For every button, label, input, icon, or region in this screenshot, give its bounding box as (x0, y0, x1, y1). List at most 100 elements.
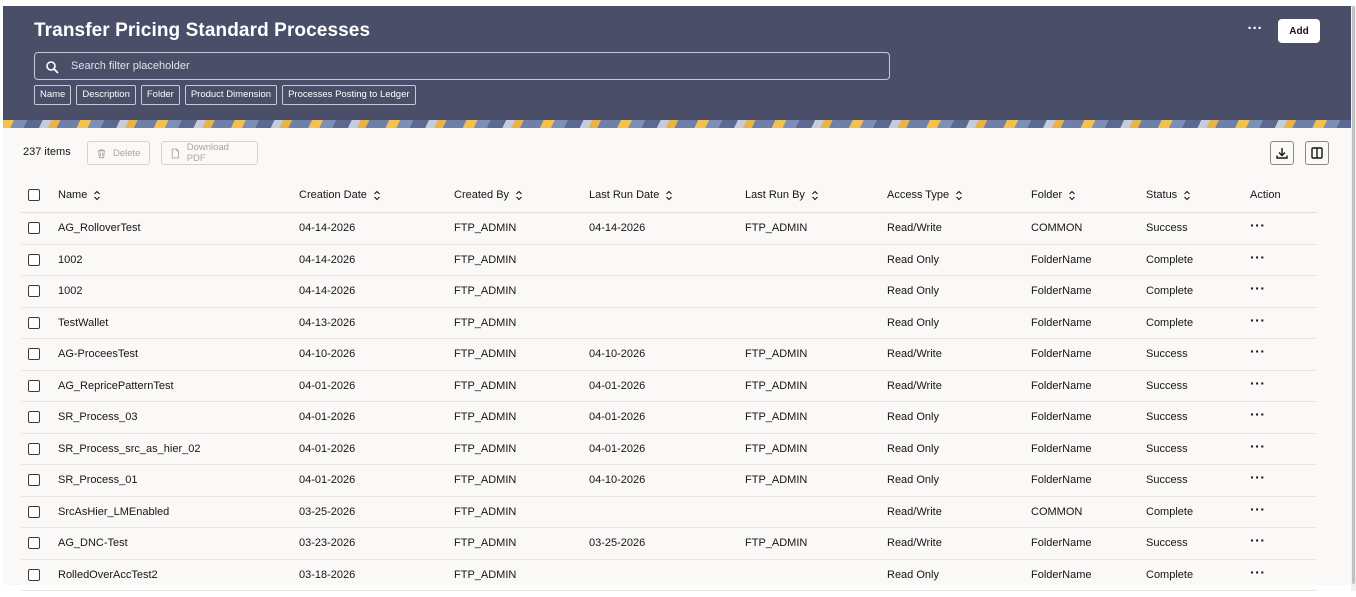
download-pdf-button[interactable]: Download PDF (161, 141, 258, 165)
scrollbar-thumb[interactable] (1352, 6, 1355, 584)
processes-table: Name Creation Date Created By Last Run D… (21, 178, 1317, 591)
cell-name[interactable]: AG_RolloverTest (58, 213, 141, 244)
page-scrollbar[interactable] (1351, 6, 1356, 591)
column-header-last-run-date[interactable]: Last Run Date (589, 178, 673, 212)
table-row[interactable]: SR_Process_03 04-01-2026 FTP_ADMIN 04-01… (21, 402, 1317, 434)
table-row[interactable]: SR_Process_src_as_hier_02 04-01-2026 FTP… (21, 434, 1317, 465)
search-input[interactable] (71, 53, 871, 79)
cell-access-type: Read Only (887, 316, 939, 329)
cell-name[interactable]: SR_Process_src_as_hier_02 (58, 434, 200, 465)
cell-name[interactable]: AG-ProceesTest (58, 339, 138, 370)
row-actions-button[interactable]: ··· (1250, 218, 1266, 232)
table-header: Name Creation Date Created By Last Run D… (21, 178, 1317, 213)
cell-last-run-date: 04-01-2026 (589, 411, 646, 424)
row-actions-button[interactable]: ··· (1250, 502, 1266, 516)
table-row[interactable]: AG-ProceesTest 04-10-2026 FTP_ADMIN 04-1… (21, 339, 1317, 371)
row-actions-button[interactable]: ··· (1250, 439, 1266, 453)
row-checkbox[interactable] (28, 442, 40, 455)
row-actions-button[interactable]: ··· (1250, 376, 1266, 390)
trash-icon (97, 148, 106, 158)
cell-last-run-date: 03-25-2026 (589, 537, 646, 550)
cell-folder: FolderName (1031, 379, 1092, 392)
cell-created-by: FTP_ADMIN (454, 411, 517, 424)
cell-folder: COMMON (1031, 505, 1083, 518)
cell-folder: FolderName (1031, 253, 1092, 266)
cell-created-by: FTP_ADMIN (454, 285, 517, 298)
row-checkbox[interactable] (28, 505, 40, 518)
cell-name[interactable]: AG_RepricePatternTest (58, 371, 174, 402)
table-row[interactable]: 1002 04-14-2026 FTP_ADMIN Read Only Fold… (21, 276, 1317, 308)
row-actions-button[interactable]: ··· (1250, 565, 1266, 579)
table-row[interactable]: AG_RolloverTest 04-14-2026 FTP_ADMIN 04-… (21, 213, 1317, 245)
column-header-folder[interactable]: Folder (1031, 178, 1076, 212)
cell-name[interactable]: SR_Process_03 (58, 402, 138, 433)
column-settings-button[interactable] (1305, 141, 1329, 165)
row-checkbox[interactable] (28, 568, 40, 581)
filter-chip-product-dimension[interactable]: Product Dimension (184, 85, 278, 105)
row-checkbox[interactable] (28, 222, 40, 235)
delete-button[interactable]: Delete (87, 141, 150, 165)
column-header-status[interactable]: Status (1146, 178, 1191, 212)
cell-status: Success (1146, 348, 1188, 361)
cell-creation-date: 04-01-2026 (299, 411, 356, 424)
page-title: Transfer Pricing Standard Processes (34, 20, 371, 41)
add-button[interactable]: Add (1278, 19, 1320, 43)
row-checkbox[interactable] (28, 348, 40, 361)
cell-folder: FolderName (1031, 285, 1092, 298)
column-header-last-run-by[interactable]: Last Run By (745, 178, 819, 212)
column-header-name[interactable]: Name (58, 178, 101, 212)
table-row[interactable]: AG_RepricePatternTest 04-01-2026 FTP_ADM… (21, 371, 1317, 402)
cell-last-run-date: 04-01-2026 (589, 379, 646, 392)
row-actions-button[interactable]: ··· (1250, 281, 1266, 295)
cell-name[interactable]: 1002 (58, 245, 82, 276)
search-bar[interactable] (34, 52, 890, 80)
column-header-access-type[interactable]: Access Type (887, 178, 963, 212)
cell-name[interactable]: SrcAsHier_LMEnabled (58, 497, 169, 528)
cell-name[interactable]: TestWallet (58, 308, 108, 339)
more-actions-button[interactable]: ··· (1243, 20, 1267, 42)
column-header-action: Action (1250, 189, 1281, 201)
table-row[interactable]: AG_DNC-Test 03-23-2026 FTP_ADMIN 03-25-2… (21, 528, 1317, 560)
select-all-checkbox[interactable] (28, 189, 40, 201)
row-actions-button[interactable]: ··· (1250, 470, 1266, 484)
row-checkbox[interactable] (28, 285, 40, 298)
cell-status: Success (1146, 474, 1188, 487)
cell-status: Complete (1146, 316, 1194, 329)
cell-status: Complete (1146, 568, 1194, 581)
column-header-creation-date[interactable]: Creation Date (299, 178, 381, 212)
cell-folder: FolderName (1031, 316, 1092, 329)
cell-name[interactable]: 1002 (58, 276, 82, 307)
table-row[interactable]: TestWallet 04-13-2026 FTP_ADMIN Read Onl… (21, 308, 1317, 339)
decorative-banner (3, 120, 1351, 128)
cell-name[interactable]: RolledOverAccTest2 (58, 560, 158, 591)
row-actions-button[interactable]: ··· (1250, 344, 1266, 358)
filter-chip-processes-posting-to-ledger[interactable]: Processes Posting to Ledger (282, 85, 416, 105)
cell-creation-date: 04-14-2026 (299, 253, 356, 266)
filter-chip-description[interactable]: Description (76, 85, 136, 105)
row-actions-button[interactable]: ··· (1250, 533, 1266, 547)
row-checkbox[interactable] (28, 537, 40, 550)
row-checkbox[interactable] (28, 253, 40, 266)
cell-name[interactable]: SR_Process_01 (58, 465, 138, 496)
page-header: Transfer Pricing Standard Processes ··· … (3, 6, 1351, 120)
filter-chip-folder[interactable]: Folder (140, 85, 180, 105)
table-row[interactable]: RolledOverAccTest2 03-18-2026 FTP_ADMIN … (21, 560, 1317, 591)
row-checkbox[interactable] (28, 316, 40, 329)
cell-folder: FolderName (1031, 348, 1092, 361)
download-button[interactable] (1270, 141, 1294, 165)
row-actions-button[interactable]: ··· (1250, 250, 1266, 264)
cell-name[interactable]: AG_DNC-Test (58, 528, 128, 559)
column-header-created-by[interactable]: Created By (454, 178, 523, 212)
row-checkbox[interactable] (28, 474, 40, 487)
table-row[interactable]: SR_Process_01 04-01-2026 FTP_ADMIN 04-10… (21, 465, 1317, 497)
table-row[interactable]: SrcAsHier_LMEnabled 03-25-2026 FTP_ADMIN… (21, 497, 1317, 528)
table-row[interactable]: 1002 04-14-2026 FTP_ADMIN Read Only Fold… (21, 245, 1317, 276)
cell-created-by: FTP_ADMIN (454, 537, 517, 550)
row-checkbox[interactable] (28, 379, 40, 392)
row-actions-button[interactable]: ··· (1250, 313, 1266, 327)
row-checkbox[interactable] (28, 411, 40, 424)
cell-last-run-date: 04-14-2026 (589, 222, 646, 235)
filter-chip-name[interactable]: Name (34, 85, 72, 105)
row-actions-button[interactable]: ··· (1250, 407, 1266, 421)
cell-created-by: FTP_ADMIN (454, 316, 517, 329)
